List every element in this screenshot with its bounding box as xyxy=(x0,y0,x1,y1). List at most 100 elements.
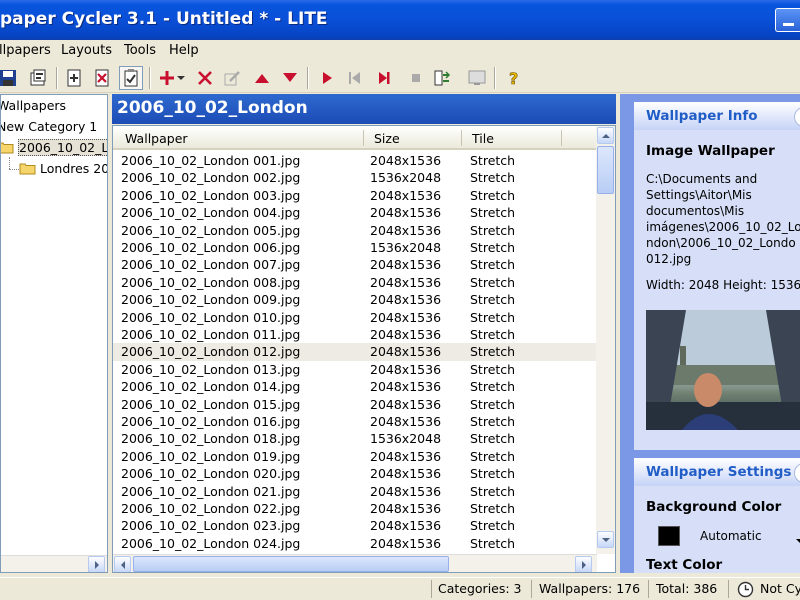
list-horizontal-scrollbar[interactable] xyxy=(113,554,597,572)
path-line: 012.jpg xyxy=(646,252,692,266)
column-tile[interactable]: Tile xyxy=(472,131,494,146)
last-button[interactable] xyxy=(372,66,396,90)
add-dropdown-button[interactable] xyxy=(174,66,188,90)
help-button[interactable]: ? xyxy=(502,66,526,90)
table-row[interactable]: 2006_10_02_London 004.jpg 2048x1536 Stretc… xyxy=(113,204,597,221)
table-row[interactable]: 2006_10_02_London 022.jpg 2048x1536 Stretc… xyxy=(113,500,597,517)
wallpaper-filename: 2006_10_02_London 009.jpg xyxy=(121,292,301,308)
table-row[interactable]: 2006_10_02_London 020.jpg 2048x1536 Stretc… xyxy=(113,465,597,482)
scroll-left-button[interactable] xyxy=(114,556,131,572)
play-button[interactable] xyxy=(315,66,339,90)
column-size[interactable]: Size xyxy=(374,131,400,146)
scroll-down-button[interactable] xyxy=(597,531,614,548)
table-row[interactable]: 2006_10_02_London 023.jpg 2048x1536 Stretc… xyxy=(113,517,597,534)
status-wallpapers: Wallpapers: 176 xyxy=(539,581,641,596)
minimize-button[interactable] xyxy=(775,8,800,32)
list-vertical-scrollbar[interactable] xyxy=(596,126,615,554)
first-button[interactable] xyxy=(343,66,367,90)
background-color-swatch[interactable] xyxy=(658,526,680,546)
properties-button[interactable] xyxy=(26,66,50,90)
table-row[interactable]: 2006_10_02_London 010.jpg 2048x1536 Stretc… xyxy=(113,309,597,326)
wallpaper-tile: Stretch xyxy=(470,501,516,516)
scroll-up-button[interactable] xyxy=(597,127,614,144)
wallpaper-size: 2048x1536 xyxy=(370,518,442,534)
move-up-button[interactable] xyxy=(250,66,274,90)
chevron-right-icon xyxy=(94,560,99,569)
monitor-button[interactable] xyxy=(465,66,489,90)
wallpaper-tile: Stretch xyxy=(470,466,516,482)
background-color-dropdown[interactable] xyxy=(796,533,800,547)
tree-item-new-category[interactable]: New Category 1 xyxy=(1,118,97,136)
collapse-chevron-icon[interactable] xyxy=(794,107,800,127)
menu-tools[interactable]: Tools xyxy=(124,43,156,58)
add-wallpaper-button[interactable] xyxy=(62,66,86,90)
wallpaper-info-title: Wallpaper Info xyxy=(646,108,758,124)
wallpaper-tile: Stretch xyxy=(470,240,516,255)
wallpaper-settings-title: Wallpaper Settings xyxy=(646,464,792,480)
settings-button[interactable] xyxy=(430,66,454,90)
table-row[interactable]: 2006_10_02_London 013.jpg 2048x1536 Stretc… xyxy=(113,361,597,378)
move-down-icon xyxy=(283,73,297,82)
menu-bar: llpapers Layouts Tools Help xyxy=(0,40,800,62)
table-row[interactable]: 2006_10_02_London 016.jpg 2048x1536 Stretc… xyxy=(113,413,597,430)
table-row[interactable]: 2006_10_02_London 007.jpg 2048x1536 Stretc… xyxy=(113,256,597,273)
category-title: 2006_10_02_London xyxy=(117,98,308,118)
tree-horizontal-scrollbar[interactable] xyxy=(1,555,107,572)
category-header: 2006_10_02_London xyxy=(112,94,616,124)
tree-item-londres[interactable]: Londres 20 xyxy=(19,160,107,178)
dropdown-arrow-icon xyxy=(796,539,800,543)
wallpaper-filename: 2006_10_02_London 011.jpg xyxy=(121,327,301,342)
scroll-right-button[interactable] xyxy=(575,556,592,572)
path-line: Settings\Aitor\Mis xyxy=(646,188,752,202)
wallpaper-info-header[interactable]: Wallpaper Info xyxy=(634,102,800,130)
move-down-button[interactable] xyxy=(278,66,302,90)
delete-wallpaper-button[interactable] xyxy=(90,66,114,90)
menu-wallpapers[interactable]: llpapers xyxy=(0,43,51,58)
category-tree: Wallpapers New Category 1 2006_10_02_L L… xyxy=(0,94,108,573)
table-row[interactable]: 2006_10_02_London 005.jpg 2048x1536 Stretc… xyxy=(113,222,597,239)
remove-button[interactable] xyxy=(193,66,217,90)
tree-item-london[interactable]: 2006_10_02_L xyxy=(1,139,108,157)
edit-button[interactable] xyxy=(220,66,244,90)
title-bar: paper Cycler 3.1 - Untitled * - LITE xyxy=(0,0,800,40)
wallpaper-settings-header[interactable]: Wallpaper Settings xyxy=(634,458,800,486)
table-row[interactable]: 2006_10_02_London 024.jpg 2048x1536 Stretc… xyxy=(113,535,597,552)
table-row[interactable]: 2006_10_02_London 011.jpg 2048x1536 Stretc… xyxy=(113,326,597,343)
stop-button[interactable] xyxy=(404,66,428,90)
table-row[interactable]: 2006_10_02_London 006.jpg 1536x2048 Stretc… xyxy=(113,239,597,256)
table-row[interactable]: 2006_10_02_London 018.jpg 1536x2048 Stretc… xyxy=(113,430,597,447)
scroll-thumb[interactable] xyxy=(133,556,449,572)
table-row[interactable]: 2006_10_02_London 001.jpg 2048x1536 Stretc… xyxy=(113,152,597,169)
wallpaper-tile: Stretch xyxy=(470,153,516,168)
wallpaper-filename: 2006_10_02_London 001.jpg xyxy=(121,153,301,168)
wallpaper-preview-image xyxy=(646,310,800,430)
wallpaper-filename: 2006_10_02_London 013.jpg xyxy=(121,361,301,377)
tree-item-wallpapers[interactable]: Wallpapers xyxy=(1,97,66,115)
background-color-value[interactable]: Automatic xyxy=(700,529,762,543)
edit-icon xyxy=(224,71,240,86)
checklist-button[interactable] xyxy=(119,66,143,90)
wallpaper-size: 2048x1536 xyxy=(370,414,442,429)
wallpaper-filename: 2006_10_02_London 003.jpg xyxy=(121,187,301,203)
wallpaper-filename: 2006_10_02_London 008.jpg xyxy=(121,274,301,290)
table-row[interactable]: 2006_10_02_London 015.jpg 2048x1536 Stretc… xyxy=(113,396,597,413)
collapse-chevron-icon[interactable] xyxy=(794,463,800,483)
wallpaper-size: 2048x1536 xyxy=(370,274,442,290)
table-row[interactable]: 2006_10_02_London 008.jpg 2048x1536 Stretc… xyxy=(113,274,597,291)
tree-item-label: 2006_10_02_L xyxy=(18,139,108,156)
table-row[interactable]: 2006_10_02_London 009.jpg 2048x1536 Stretc… xyxy=(113,291,597,308)
column-wallpaper[interactable]: Wallpaper xyxy=(125,131,188,146)
table-row[interactable]: 2006_10_02_London 021.jpg 2048x1536 Stretc… xyxy=(113,483,597,500)
table-row[interactable]: 2006_10_02_London 014.jpg 2048x1536 Stretc… xyxy=(113,378,597,395)
wallpaper-size: 2048x1536 xyxy=(370,483,442,499)
table-row[interactable]: 2006_10_02_London 019.jpg 2048x1536 Stretc… xyxy=(113,448,597,465)
scroll-right-button[interactable] xyxy=(88,556,105,572)
scroll-thumb[interactable] xyxy=(597,146,614,194)
table-row[interactable]: 2006_10_02_London 012.jpg 2048x1536 Stretc… xyxy=(113,343,597,361)
save-button[interactable] xyxy=(0,66,20,90)
table-row[interactable]: 2006_10_02_London 002.jpg 1536x2048 Stretc… xyxy=(113,169,597,186)
menu-layouts[interactable]: Layouts xyxy=(61,43,112,58)
table-row[interactable]: 2006_10_02_London 003.jpg 2048x1536 Stretc… xyxy=(113,187,597,204)
menu-help[interactable]: Help xyxy=(169,43,199,58)
settings-icon xyxy=(434,70,451,86)
